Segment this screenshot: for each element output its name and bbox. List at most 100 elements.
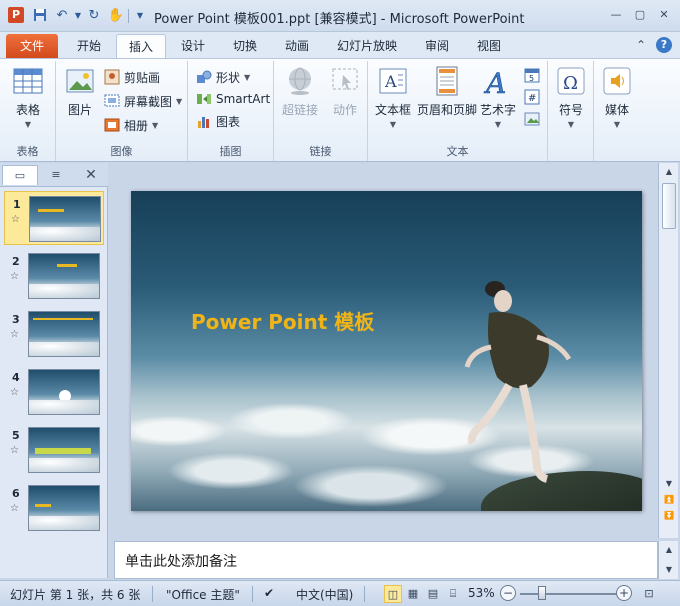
zoom-out-icon[interactable]: − [500, 585, 516, 601]
slide-thumbnail-4[interactable]: 4 ☆ [4, 365, 104, 419]
notes-scrollbar[interactable]: ▲ ▼ [658, 541, 678, 579]
date-time-button[interactable]: 5 [524, 65, 544, 85]
current-slide[interactable]: Power Point 模板 [131, 191, 642, 511]
hyperlink-button[interactable]: 超链接 [278, 65, 322, 118]
tab-insert[interactable]: 插入 [116, 34, 166, 58]
slide-title-text[interactable]: Power Point 模板 [191, 306, 374, 335]
omega-icon: Ω [555, 65, 587, 97]
speaker-icon [601, 65, 633, 97]
action-button[interactable]: 动作 [326, 65, 364, 118]
media-button[interactable]: 媒体 ▼ [598, 65, 636, 129]
slide-editor: Power Point 模板 [109, 163, 658, 538]
zoom-slider[interactable] [520, 593, 618, 595]
tab-view[interactable]: 视图 [466, 34, 512, 58]
slide-number-button[interactable]: # [524, 87, 544, 107]
scroll-thumb[interactable] [662, 183, 676, 229]
redo-icon[interactable]: ↻ [86, 7, 102, 23]
group-links: 超链接 动作 链接 [274, 61, 368, 161]
outline-tab-icon[interactable]: ≡ [38, 165, 74, 185]
chart-button[interactable]: 图表 [196, 111, 240, 131]
minimize-ribbon-icon[interactable]: ⌃ [636, 38, 646, 52]
undo-dropdown-icon[interactable]: ▼ [70, 7, 86, 23]
tab-animations[interactable]: 动画 [274, 34, 320, 58]
ribbon-insert: 表格 ▼ 表格 图片 剪贴画 屏幕截图 ▼ 相册 ▼ 图像 形状 ▼ Smart… [0, 58, 680, 162]
group-label-images: 图像 [110, 145, 133, 158]
notes-placeholder[interactable]: 单击此处添加备注 [125, 551, 237, 571]
shapes-button[interactable]: 形状 ▼ [196, 67, 250, 87]
slideshow-view-icon[interactable]: ⌸ [444, 585, 462, 603]
screenshot-dropdown-icon[interactable]: ▼ [176, 97, 182, 106]
slide-thumbnail-3[interactable]: 3 ☆ [4, 307, 104, 361]
normal-view-icon[interactable]: ◫ [384, 585, 402, 603]
slide-thumbnail-2[interactable]: 2 ☆ [4, 249, 104, 303]
header-footer-button[interactable]: 页眉和页脚 [416, 65, 478, 118]
shapes-dropdown-icon[interactable]: ▼ [244, 73, 250, 82]
help-icon[interactable]: ? [656, 37, 672, 53]
tab-design[interactable]: 设计 [170, 34, 216, 58]
symbols-button[interactable]: Ω 符号 ▼ [552, 65, 590, 129]
slide-count-status: 幻灯片 第 1 张，共 6 张 [10, 588, 141, 602]
album-dropdown-icon[interactable]: ▼ [152, 121, 158, 130]
wordart-icon: A [482, 65, 514, 101]
zoom-in-icon[interactable]: + [616, 585, 632, 601]
minimize-button[interactable]: — [604, 6, 628, 24]
textbox-button[interactable]: A 文本框 ▼ [372, 65, 414, 129]
insert-object-button[interactable] [524, 109, 544, 129]
notes-scroll-down-icon[interactable]: ▼ [662, 563, 676, 577]
slide-thumbnail-6[interactable]: 6 ☆ [4, 481, 104, 535]
tab-transitions[interactable]: 切换 [222, 34, 268, 58]
wordart-button[interactable]: A 艺术字 ▼ [478, 65, 518, 129]
screenshot-icon [104, 93, 120, 109]
maximize-button[interactable]: ▢ [628, 6, 652, 24]
slide-thumbnail-1[interactable]: 1 ☆ [4, 191, 104, 245]
svg-text:Ω: Ω [563, 73, 578, 94]
spellcheck-icon[interactable]: ✔ [264, 586, 274, 600]
zoom-slider-thumb[interactable] [538, 586, 546, 600]
slide-number-icon: # [524, 89, 540, 105]
close-button[interactable]: ✕ [652, 6, 676, 24]
close-panel-icon[interactable]: ✕ [78, 165, 104, 185]
thumbnail-image [28, 427, 100, 473]
ribbon-tabs: 文件 开始 插入 设计 切换 动画 幻灯片放映 审阅 视图 ⌃ [0, 32, 680, 58]
tab-file[interactable]: 文件 [6, 34, 58, 58]
touch-mode-icon[interactable]: ✋ [108, 7, 124, 23]
tab-review[interactable]: 审阅 [414, 34, 460, 58]
vertical-scrollbar[interactable]: ▲ ▼ ⏫ ⏬ [658, 163, 678, 538]
table-button[interactable]: 表格 ▼ [8, 65, 48, 129]
slide-thumbnail-5[interactable]: 5 ☆ [4, 423, 104, 477]
album-button[interactable]: 相册 ▼ [104, 115, 158, 135]
chart-icon [196, 113, 212, 129]
slide-sorter-view-icon[interactable]: ▦ [404, 585, 422, 603]
save-icon[interactable] [32, 7, 48, 23]
customize-quick-access-icon[interactable]: ▼ [132, 7, 148, 23]
animation-star-icon: ☆ [10, 445, 19, 456]
language-status[interactable]: 中文(中国) [296, 586, 353, 603]
slides-tab-icon[interactable]: ▭ [2, 165, 38, 185]
clipart-button[interactable]: 剪贴画 [104, 67, 160, 87]
clipart-icon [104, 69, 120, 85]
fit-to-window-icon[interactable]: ⊡ [640, 585, 658, 603]
reading-view-icon[interactable]: ▤ [424, 585, 442, 603]
smartart-button[interactable]: SmartArt [196, 89, 270, 109]
notes-pane[interactable]: 单击此处添加备注 [114, 541, 658, 579]
scroll-down-icon[interactable]: ▼ [662, 477, 676, 491]
previous-slide-icon[interactable]: ⏫ [662, 493, 676, 507]
picture-button[interactable]: 图片 [60, 65, 100, 118]
group-label-illustrations: 插图 [219, 145, 242, 158]
group-table: 表格 ▼ 表格 [0, 61, 56, 161]
animation-star-icon: ☆ [10, 271, 19, 282]
zoom-percent[interactable]: 53% [468, 586, 495, 600]
undo-icon[interactable]: ↶ [54, 7, 70, 23]
thumbnail-image [28, 485, 100, 531]
hyperlink-globe-icon [284, 65, 316, 97]
scroll-up-icon[interactable]: ▲ [662, 165, 676, 179]
picture-icon [64, 65, 96, 97]
theme-status[interactable]: "Office 主题" [166, 586, 240, 603]
status-divider [152, 586, 153, 602]
tab-slideshow[interactable]: 幻灯片放映 [330, 34, 404, 58]
screenshot-button[interactable]: 屏幕截图 ▼ [104, 91, 182, 111]
tab-home[interactable]: 开始 [66, 34, 112, 58]
powerpoint-app-icon[interactable]: P [8, 7, 24, 23]
next-slide-icon[interactable]: ⏬ [662, 509, 676, 523]
notes-scroll-up-icon[interactable]: ▲ [662, 543, 676, 557]
